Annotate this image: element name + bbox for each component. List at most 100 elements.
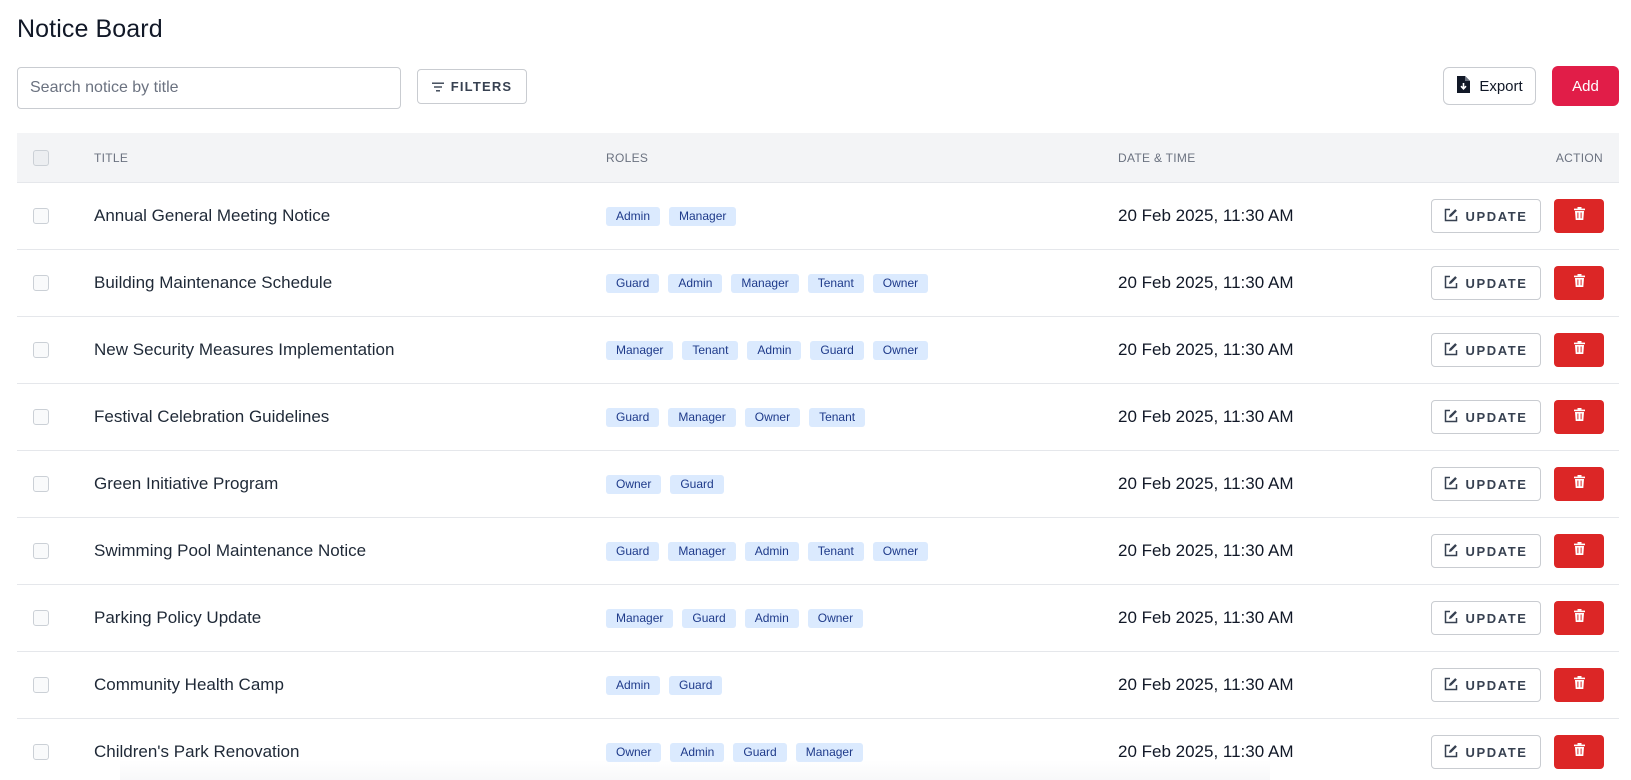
export-button[interactable]: Export (1443, 67, 1536, 105)
update-label: UPDATE (1465, 610, 1528, 626)
filters-button[interactable]: FILTERS (417, 69, 527, 104)
notice-datetime: 20 Feb 2025, 11:30 AM (1118, 206, 1294, 225)
update-button[interactable]: UPDATE (1431, 199, 1541, 233)
update-button[interactable]: UPDATE (1431, 333, 1541, 367)
role-badge: Admin (747, 341, 802, 360)
row-checkbox[interactable] (33, 208, 49, 224)
role-badge: Owner (872, 341, 929, 360)
roles-list: Admin Guard (606, 676, 723, 695)
table-row: Green Initiative Program Owner Guard 20 F… (17, 451, 1619, 518)
row-checkbox[interactable] (33, 476, 49, 492)
delete-button[interactable] (1554, 400, 1604, 434)
trash-icon (1573, 542, 1585, 560)
delete-button[interactable] (1554, 266, 1604, 300)
update-button[interactable]: UPDATE (1431, 400, 1541, 434)
role-badge: Owner (872, 274, 929, 293)
search-input[interactable] (17, 67, 401, 109)
delete-button[interactable] (1554, 199, 1604, 233)
trash-icon (1573, 475, 1585, 493)
notice-title: Building Maintenance Schedule (94, 273, 333, 292)
notice-title: Community Health Camp (94, 675, 284, 694)
trash-icon (1573, 207, 1585, 225)
edit-icon (1444, 610, 1458, 627)
table-header: TITLE ROLES DATE & TIME ACTION (17, 133, 1619, 183)
notice-title: Festival Celebration Guidelines (94, 407, 330, 426)
delete-button[interactable] (1554, 534, 1604, 568)
delete-button[interactable] (1554, 668, 1604, 702)
role-badge: Guard (669, 676, 723, 695)
notice-datetime: 20 Feb 2025, 11:30 AM (1118, 273, 1294, 292)
trash-icon (1573, 408, 1585, 426)
select-all-checkbox[interactable] (33, 150, 49, 166)
column-header-action: ACTION (1555, 151, 1603, 165)
role-badge: Manager (669, 207, 737, 226)
roles-list: Owner Guard (606, 475, 724, 494)
trash-icon (1573, 676, 1585, 694)
update-label: UPDATE (1465, 342, 1528, 358)
export-label: Export (1479, 77, 1523, 95)
update-label: UPDATE (1465, 275, 1528, 291)
role-badge: Guard (606, 542, 660, 561)
update-button[interactable]: UPDATE (1431, 601, 1541, 635)
trash-icon (1573, 341, 1585, 359)
page-title: Notice Board (17, 15, 163, 43)
role-badge: Guard (670, 475, 724, 494)
update-label: UPDATE (1465, 409, 1528, 425)
role-badge: Admin (744, 542, 799, 561)
role-badge: Guard (810, 341, 864, 360)
column-header-datetime[interactable]: DATE & TIME (1118, 151, 1196, 165)
row-checkbox[interactable] (33, 409, 49, 425)
role-badge: Owner (872, 542, 929, 561)
delete-button[interactable] (1554, 333, 1604, 367)
role-badge: Admin (606, 207, 661, 226)
row-checkbox[interactable] (33, 744, 49, 760)
add-notice-button[interactable]: Add (1552, 66, 1619, 106)
filters-label: FILTERS (450, 79, 513, 94)
row-checkbox[interactable] (33, 543, 49, 559)
update-label: UPDATE (1465, 208, 1528, 224)
update-label: UPDATE (1465, 744, 1528, 760)
table-row: Parking Policy Update Manager Guard Admin O… (17, 585, 1619, 652)
edit-icon (1444, 409, 1458, 426)
role-badge: Admin (670, 743, 725, 762)
notice-datetime: 20 Feb 2025, 11:30 AM (1118, 340, 1294, 359)
edit-icon (1444, 275, 1458, 292)
filter-lines-icon (431, 82, 444, 92)
table-row: Community Health Camp Admin Guard 20 Feb … (17, 652, 1619, 719)
notice-datetime: 20 Feb 2025, 11:30 AM (1118, 608, 1294, 627)
table-row: Building Maintenance Schedule Guard Admin… (17, 250, 1619, 317)
delete-button[interactable] (1554, 467, 1604, 501)
update-button[interactable]: UPDATE (1431, 668, 1541, 702)
role-badge: Owner (606, 743, 662, 762)
update-label: UPDATE (1465, 677, 1528, 693)
delete-button[interactable] (1554, 735, 1604, 769)
row-checkbox[interactable] (33, 342, 49, 358)
notice-board-page: Notice Board FILTERS Export Add TITLE RO… (0, 0, 1631, 780)
edit-icon (1444, 677, 1458, 694)
notice-title: Parking Policy Update (94, 608, 262, 627)
update-label: UPDATE (1465, 543, 1528, 559)
update-button[interactable]: UPDATE (1431, 467, 1541, 501)
update-button[interactable]: UPDATE (1431, 735, 1541, 769)
column-header-title[interactable]: TITLE (94, 151, 128, 165)
notice-title: Swimming Pool Maintenance Notice (94, 541, 367, 560)
role-badge: Manager (668, 542, 736, 561)
notice-datetime: 20 Feb 2025, 11:30 AM (1118, 541, 1294, 560)
table-body: Annual General Meeting Notice Admin Manag… (17, 183, 1619, 780)
role-badge: Guard (606, 408, 660, 427)
table-row: Children's Park Renovation Owner Admin Gua… (17, 719, 1619, 780)
role-badge: Owner (807, 609, 864, 628)
update-button[interactable]: UPDATE (1431, 534, 1541, 568)
edit-icon (1444, 476, 1458, 493)
role-badge: Admin (668, 274, 723, 293)
row-checkbox[interactable] (33, 610, 49, 626)
notice-table: TITLE ROLES DATE & TIME ACTION Annual Ge… (17, 133, 1619, 780)
update-button[interactable]: UPDATE (1431, 266, 1541, 300)
column-header-roles[interactable]: ROLES (606, 151, 648, 165)
edit-icon (1444, 342, 1458, 359)
delete-button[interactable] (1554, 601, 1604, 635)
row-checkbox[interactable] (33, 275, 49, 291)
table-row: Annual General Meeting Notice Admin Manag… (17, 183, 1619, 250)
row-checkbox[interactable] (33, 677, 49, 693)
trash-icon (1573, 743, 1585, 761)
